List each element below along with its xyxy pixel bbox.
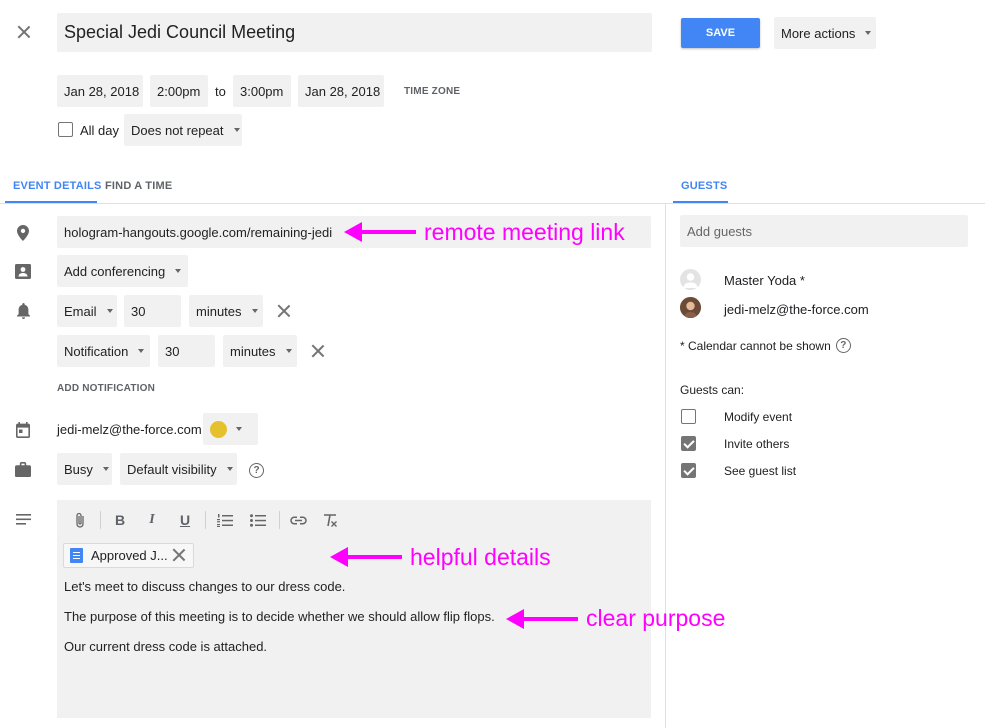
bell-icon (14, 302, 32, 320)
annotation-arrow-purpose (506, 609, 578, 629)
start-time-text: 2:00pm (157, 83, 201, 99)
notification-1-amount-text: 30 (131, 303, 146, 319)
event-title-text: Special Jedi Council Meeting (64, 22, 296, 42)
remove-notification-1-icon[interactable] (277, 304, 291, 318)
numbered-list-icon[interactable] (216, 511, 234, 529)
start-date-text: Jan 28, 2018 (64, 83, 140, 99)
annotation-arrow-link (344, 222, 416, 242)
briefcase-icon (14, 460, 32, 478)
italic-icon[interactable]: I (143, 511, 161, 529)
all-day-label: All day (80, 123, 120, 138)
notification-2-unit-text: minutes (230, 343, 276, 359)
avatar (680, 297, 701, 318)
avatar (680, 269, 701, 290)
to-label: to (215, 84, 226, 99)
notification-2-type-text: Notification (64, 343, 129, 359)
guests-can-label: Guests can: (680, 383, 745, 397)
save-label: SAVE (705, 27, 736, 39)
see-guest-list-checkbox[interactable] (681, 463, 696, 478)
toolbar-separator (205, 511, 206, 529)
visibility-help-icon[interactable]: ? (249, 461, 264, 478)
calendar-note-text: * Calendar cannot be shown (680, 338, 831, 353)
description-line: The purpose of this meeting is to decide… (64, 609, 495, 624)
guests-panel-divider (665, 203, 666, 728)
end-time-text: 3:00pm (240, 83, 284, 99)
event-color-swatch (210, 420, 227, 438)
start-date-field[interactable]: Jan 28, 2018 (57, 75, 143, 107)
visibility-text: Default visibility (127, 461, 217, 477)
add-conferencing-dropdown[interactable]: Add conferencing (57, 255, 188, 287)
visibility-dropdown[interactable]: Default visibility (120, 453, 237, 485)
end-date-text: Jan 28, 2018 (305, 83, 381, 99)
notification-2-unit-dropdown[interactable]: minutes (223, 335, 297, 367)
help-icon[interactable]: ? (835, 338, 851, 353)
busy-dropdown[interactable]: Busy (57, 453, 112, 485)
notification-2-amount-text: 30 (165, 343, 180, 359)
remove-notification-2-icon[interactable] (311, 344, 325, 358)
annotation-clear-purpose: clear purpose (586, 605, 726, 631)
chevron-down-icon (236, 427, 242, 431)
location-text: hologram-hangouts.google.com/remaining-j… (64, 224, 333, 240)
location-pin-icon (14, 224, 32, 242)
modify-event-checkbox[interactable] (681, 409, 696, 424)
see-guest-list-label: See guest list (724, 464, 797, 478)
tab-event-details[interactable]: EVENT DETAILS (13, 180, 102, 192)
event-title-input[interactable]: Special Jedi Council Meeting (57, 13, 652, 52)
event-color-dropdown[interactable] (203, 413, 258, 445)
calendar-owner-text: jedi-melz@the-force.com (57, 422, 202, 437)
remove-attachment-icon[interactable] (172, 548, 186, 562)
guest-name: Master Yoda * (724, 273, 805, 288)
repeat-text: Does not repeat (131, 122, 224, 138)
underline-icon[interactable]: U (176, 511, 194, 529)
annotation-remote-meeting-link: remote meeting link (424, 219, 625, 245)
start-time-field[interactable]: 2:00pm (150, 75, 208, 107)
modify-event-label: Modify event (724, 410, 793, 424)
toolbar-separator (100, 511, 101, 529)
repeat-dropdown[interactable]: Does not repeat (124, 114, 242, 146)
close-icon[interactable] (17, 25, 33, 41)
end-date-field[interactable]: Jan 28, 2018 (298, 75, 384, 107)
invite-others-label: Invite others (724, 437, 790, 451)
description-line: Let's meet to discuss changes to our dre… (64, 579, 346, 594)
document-icon (70, 548, 83, 563)
busy-text: Busy (64, 461, 93, 477)
annotation-arrow-details (330, 547, 402, 567)
description-line: Our current dress code is attached. (64, 639, 268, 654)
annotation-helpful-details: helpful details (410, 544, 551, 570)
notification-2-amount-input[interactable]: 30 (158, 335, 215, 367)
link-icon[interactable] (289, 511, 307, 529)
description-icon (14, 510, 32, 528)
notification-1-type-text: Email (64, 303, 97, 319)
calendar-note: * Calendar cannot be shown ? (680, 338, 851, 353)
end-time-field[interactable]: 3:00pm (233, 75, 291, 107)
tab-find-a-time[interactable]: FIND A TIME (105, 180, 172, 192)
invite-others-checkbox[interactable] (681, 436, 696, 451)
toolbar-separator (279, 511, 280, 529)
more-actions-dropdown[interactable]: More actions (774, 17, 876, 49)
add-notification-button[interactable]: ADD NOTIFICATION (57, 383, 155, 394)
notification-1-unit-dropdown[interactable]: minutes (189, 295, 263, 327)
clear-formatting-icon[interactable] (321, 511, 339, 529)
attachment-icon[interactable] (71, 511, 89, 529)
tabs-divider (0, 203, 985, 204)
more-actions-label: More actions (781, 25, 856, 41)
bulleted-list-icon[interactable] (249, 511, 267, 529)
attachment-label: Approved J... (91, 548, 168, 563)
tab-guests[interactable]: GUESTS (681, 180, 727, 192)
notification-1-unit-text: minutes (196, 303, 242, 319)
add-guests-input[interactable]: Add guests (680, 215, 968, 247)
notification-1-type-dropdown[interactable]: Email (57, 295, 117, 327)
calendar-icon (14, 421, 32, 439)
notification-1-amount-input[interactable]: 30 (124, 295, 181, 327)
time-zone-button[interactable]: TIME ZONE (404, 86, 460, 97)
conferencing-icon (14, 262, 32, 280)
add-guests-placeholder: Add guests (687, 223, 753, 239)
bold-icon[interactable]: B (111, 511, 129, 529)
save-button[interactable]: SAVE (681, 18, 760, 48)
notification-2-type-dropdown[interactable]: Notification (57, 335, 150, 367)
all-day-checkbox[interactable] (58, 122, 73, 137)
guest-name: jedi-melz@the-force.com (724, 302, 869, 317)
add-conferencing-text: Add conferencing (64, 263, 166, 279)
